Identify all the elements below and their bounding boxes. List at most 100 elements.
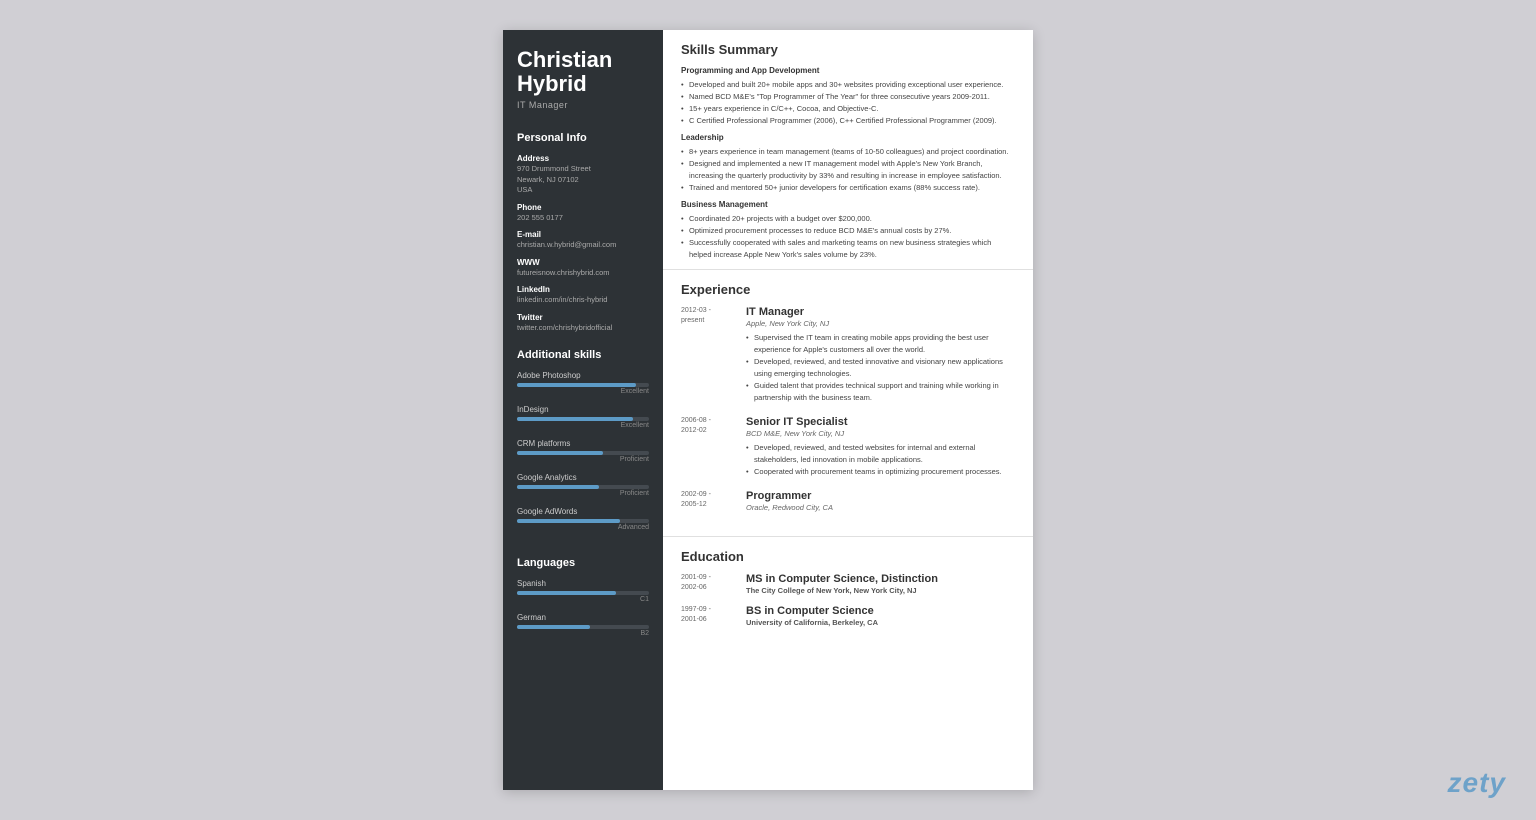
edu-dates: 1997-09 - 2001-06 <box>681 605 736 627</box>
skill-name: Adobe Photoshop <box>517 371 649 380</box>
skill-level: Proficient <box>517 456 649 463</box>
skill-item: Google AdWords Advanced <box>517 507 649 531</box>
edu-degree: BS in Computer Science <box>746 605 878 617</box>
skill-level: Excellent <box>517 422 649 429</box>
sidebar-header: Christian Hybrid IT Manager <box>503 30 663 122</box>
lang-name: German <box>517 613 649 622</box>
skill-bar-bg <box>517 519 649 523</box>
skills-bullet: Designed and implemented a new IT manage… <box>681 158 1015 182</box>
phone-value: 202 555 0177 <box>517 213 649 224</box>
languages-section: Languages Spanish C1 German B2 <box>503 547 663 653</box>
skills-bullet: Named BCD M&E's "Top Programmer of The Y… <box>681 91 1015 103</box>
skill-bar-bg <box>517 383 649 387</box>
education-item: 2001-09 - 2002-06MS in Computer Science,… <box>681 573 1015 595</box>
experience-title: Experience <box>681 282 1015 299</box>
skills-bullet: 15+ years experience in C/C++, Cocoa, an… <box>681 103 1015 115</box>
skill-bar-bg <box>517 451 649 455</box>
experience-item: 2012-03 - presentIT ManagerApple, New Yo… <box>681 306 1015 404</box>
skill-name: Google AdWords <box>517 507 649 516</box>
lang-bar-fill <box>517 625 590 629</box>
skill-bar-fill <box>517 485 599 489</box>
email-value: christian.w.hybrid@gmail.com <box>517 240 649 251</box>
skill-bar-bg <box>517 485 649 489</box>
skills-bullet: Coordinated 20+ projects with a budget o… <box>681 213 1015 225</box>
personal-info-section: Personal Info Address 970 Drummond Stree… <box>503 122 663 339</box>
exp-company: Oracle, Redwood City, CA <box>746 503 833 512</box>
edu-school: The City College of New York, New York C… <box>746 586 938 595</box>
skill-item: Google Analytics Proficient <box>517 473 649 497</box>
education-item: 1997-09 - 2001-06 BS in Computer ScienceU… <box>681 605 1015 627</box>
edu-school: University of California, Berkeley, CA <box>746 618 878 627</box>
additional-skills-title: Additional skills <box>517 349 649 363</box>
twitter-label: Twitter <box>517 313 649 322</box>
exp-dates: 2012-03 - present <box>681 306 736 404</box>
skill-item: Adobe Photoshop Excellent <box>517 371 649 395</box>
edu-content: BS in Computer ScienceUniversity of Cali… <box>746 605 878 627</box>
job-title: IT Manager <box>517 100 649 110</box>
skills-bullet: Optimized procurement processes to reduc… <box>681 225 1015 237</box>
skill-name: CRM platforms <box>517 439 649 448</box>
skills-bullet: 8+ years experience in team management (… <box>681 146 1015 158</box>
skills-summary-section: Skills Summary Programming and App Devel… <box>663 30 1033 270</box>
linkedin-value: linkedin.com/in/chris-hybrid <box>517 295 649 306</box>
skill-item: InDesign Excellent <box>517 405 649 429</box>
skills-category-title: Leadership <box>681 133 1015 142</box>
twitter-value: twitter.com/chrishybridofficial <box>517 323 649 334</box>
skill-level: Excellent <box>517 388 649 395</box>
experience-item: 2002-09 - 2005-12 ProgrammerOracle, Redwo… <box>681 490 1015 516</box>
sidebar: Christian Hybrid IT Manager Personal Inf… <box>503 30 663 790</box>
skills-category: Leadership 8+ years experience in team ma… <box>681 133 1015 194</box>
experience-item: 2006-08 - 2012-02Senior IT SpecialistBCD… <box>681 416 1015 478</box>
email-label: E-mail <box>517 230 649 239</box>
skills-bullet: C Certified Professional Programmer (200… <box>681 115 1015 127</box>
skills-category-title: Business Management <box>681 200 1015 209</box>
skill-level: Proficient <box>517 490 649 497</box>
edu-dates: 2001-09 - 2002-06 <box>681 573 736 595</box>
skills-bullet: Successfully cooperated with sales and m… <box>681 237 1015 261</box>
exp-bullet: Cooperated with procurement teams in opt… <box>746 466 1015 478</box>
experience-section: Experience 2012-03 - presentIT ManagerAp… <box>663 270 1033 537</box>
exp-dates: 2006-08 - 2012-02 <box>681 416 736 478</box>
exp-bullet: Developed, reviewed, and tested websites… <box>746 442 1015 466</box>
first-name: Christian <box>517 48 649 72</box>
education-title: Education <box>681 549 1015 566</box>
address-line2: Newark, NJ 07102 <box>517 175 649 186</box>
skills-category-title: Programming and App Development <box>681 66 1015 75</box>
education-content: 2001-09 - 2002-06MS in Computer Science,… <box>681 573 1015 627</box>
skills-bullet: Developed and built 20+ mobile apps and … <box>681 79 1015 91</box>
skill-name: InDesign <box>517 405 649 414</box>
exp-content: Senior IT SpecialistBCD M&E, New York Ci… <box>746 416 1015 478</box>
languages-title: Languages <box>517 557 649 571</box>
skills-summary-content: Programming and App Development Developed… <box>681 66 1015 261</box>
last-name: Hybrid <box>517 72 649 96</box>
exp-job-title: Programmer <box>746 490 833 502</box>
address-label: Address <box>517 154 649 163</box>
lang-name: Spanish <box>517 579 649 588</box>
resume-document: Christian Hybrid IT Manager Personal Inf… <box>503 30 1033 790</box>
skill-bar-fill <box>517 383 636 387</box>
exp-dates: 2002-09 - 2005-12 <box>681 490 736 516</box>
exp-bullet: Developed, reviewed, and tested innovati… <box>746 356 1015 380</box>
skills-bullet: Trained and mentored 50+ junior develope… <box>681 182 1015 194</box>
lang-bar-bg <box>517 625 649 629</box>
lang-level: C1 <box>517 596 649 603</box>
lang-item: Spanish C1 <box>517 579 649 603</box>
additional-skills-section: Additional skills Adobe Photoshop Excell… <box>503 339 663 547</box>
www-label: WWW <box>517 258 649 267</box>
education-section: Education 2001-09 - 2002-06MS in Compute… <box>663 537 1033 645</box>
skill-bar-fill <box>517 451 603 455</box>
lang-bar-fill <box>517 591 616 595</box>
lang-level: B2 <box>517 630 649 637</box>
language-bars: Spanish C1 German B2 <box>517 579 649 637</box>
exp-content: ProgrammerOracle, Redwood City, CA <box>746 490 833 516</box>
lang-item: German B2 <box>517 613 649 637</box>
phone-label: Phone <box>517 203 649 212</box>
skills-summary-title: Skills Summary <box>681 42 1015 59</box>
skills-bars: Adobe Photoshop Excellent InDesign Excel… <box>517 371 649 531</box>
exp-job-title: IT Manager <box>746 306 1015 318</box>
main-content: Skills Summary Programming and App Devel… <box>663 30 1033 790</box>
personal-info-title: Personal Info <box>517 132 649 146</box>
zety-watermark: zety <box>1448 767 1506 799</box>
linkedin-label: LinkedIn <box>517 285 649 294</box>
skill-bar-bg <box>517 417 649 421</box>
